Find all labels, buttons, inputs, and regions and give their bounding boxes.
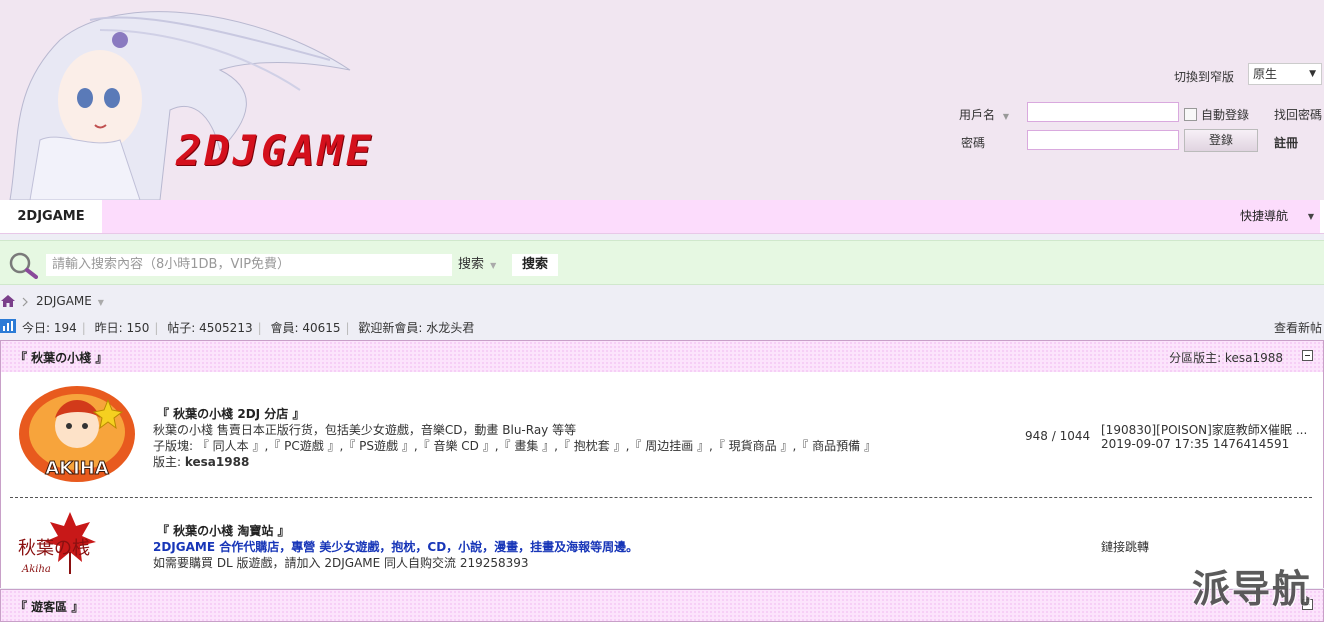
forum-highlight[interactable]: 2DJGAME 合作代購店，專營 美少女遊戲，抱枕，CD，小說，漫畫，挂畫及海報… (153, 538, 638, 555)
chevron-down-icon: ▼ (1309, 69, 1316, 79)
chevron-down-icon: ▼ (97, 298, 104, 307)
chevron-down-icon: ▼ (490, 261, 497, 270)
nav-home-tab[interactable]: 2DJGAME (0, 200, 102, 233)
category-title[interactable]: 『 秋葉の小棧 』 (15, 349, 107, 366)
chevron-down-icon: ▼ (1002, 112, 1009, 121)
forum-counts: 948 / 1044 (1025, 429, 1091, 443)
stat-posts: 帖子: 4505213 (167, 321, 253, 335)
search-input[interactable]: 請輸入搜索內容（8小時1DB，VIP免費） (46, 254, 452, 276)
forum-description: 秋葉の小棧 售賣日本正版行货，包括美少女遊戲，音樂CD，動畫 Blu-Ray 等… (153, 423, 577, 437)
username-input[interactable] (1027, 102, 1179, 122)
breadcrumb-separator-icon (22, 297, 28, 307)
home-icon[interactable] (0, 294, 16, 308)
breadcrumb[interactable]: 2DJGAME ▼ (36, 294, 104, 308)
category-header: 『 秋葉の小棧 』 分區版主: kesa1988 (0, 340, 1324, 373)
forum-icon-subtext: Akiha (21, 564, 51, 575)
auto-login-checkbox[interactable] (1184, 108, 1197, 121)
password-input[interactable] (1027, 130, 1179, 150)
login-button[interactable]: 登錄 (1184, 129, 1258, 152)
category-moderator: 分區版主: kesa1988 (1169, 351, 1283, 365)
search-icon (9, 252, 38, 279)
search-type-select[interactable]: 搜索 ▼ (458, 254, 496, 277)
chevron-down-icon: ▼ (1307, 212, 1314, 221)
find-password-link[interactable]: 找回密碼 (1274, 106, 1322, 123)
category-header: 『 遊客區 』 (0, 589, 1324, 622)
category-title[interactable]: 『 遊客區 』 (15, 598, 83, 615)
quick-nav-menu[interactable]: 快捷導航 (1240, 200, 1288, 233)
moderator-link[interactable]: kesa1988 (185, 455, 249, 469)
site-header: 2DJGAME 切換到窄版 原生 ▼ 用戶名 ▼ 自動登錄 找回密碼 密碼 登錄… (0, 0, 1324, 200)
switch-width-link[interactable]: 切換到窄版 (1174, 68, 1234, 85)
last-post-title[interactable]: [190830][POISON]家庭教師X催眠 ... (1101, 421, 1307, 438)
stats-icon (0, 319, 16, 333)
search-bar: 請輸入搜索內容（8小時1DB，VIP免費） 搜索 ▼ 搜索 (0, 240, 1324, 285)
style-select-value: 原生 (1253, 67, 1278, 81)
stat-today: 今日: 194 (22, 321, 77, 335)
forum-description: 如需要購買 DL 版遊戲，請加入 2DJGAME 同人自购交流 21925839… (153, 556, 529, 570)
last-post-meta[interactable]: 2019-09-07 17:35 1476414591 (1101, 437, 1289, 451)
new-posts-link[interactable]: 查看新帖 (1274, 319, 1322, 336)
forum-icon-text: 秋葉の桟 (18, 538, 90, 559)
collapse-icon[interactable] (1302, 350, 1313, 361)
forum-moderator: 版主: kesa1988 (153, 455, 250, 469)
main-nav: 2DJGAME 快捷導航 ▼ (0, 200, 1324, 234)
stat-members: 會員: 40615 (270, 321, 341, 335)
site-logo[interactable]: 2DJGAME (176, 126, 374, 175)
stat-yesterday: 昨日: 150 (94, 321, 150, 335)
style-select[interactable]: 原生 ▼ (1248, 63, 1322, 85)
redirect-link[interactable]: 鏈接跳轉 (1101, 538, 1149, 555)
forum-icon[interactable]: AKIHA (12, 382, 142, 488)
forum-divider (10, 497, 1312, 498)
register-link[interactable]: 註冊 (1274, 134, 1298, 151)
search-button[interactable]: 搜索 (512, 254, 558, 276)
stat-welcome: 歡迎新會員: 水龙头君 (358, 321, 475, 335)
forum-title[interactable]: 『 秋葉の小棧 淘寶站 』 (157, 522, 290, 539)
username-label[interactable]: 用戶名 ▼ (959, 106, 1009, 123)
forum-title[interactable]: 『 秋葉の小棧 2DJ 分店 』 (157, 405, 305, 422)
watermark: 派导航 (1192, 567, 1313, 611)
nav-edge (1320, 200, 1324, 233)
forum-stats: 今日: 194 | 昨日: 150 | 帖子: 4505213 | 會員: 40615… (22, 321, 475, 335)
forum-icon[interactable]: 秋葉の桟 Akiha (12, 508, 110, 580)
password-label: 密碼 (961, 136, 986, 150)
forum-subforums[interactable]: 子版塊: 『 同人本 』,『 PC遊戲 』,『 PS遊戲 』,『 音樂 CD 』… (153, 437, 876, 454)
auto-login-label[interactable]: 自動登錄 (1201, 106, 1249, 123)
forum-icon-text: AKIHA (45, 458, 109, 479)
